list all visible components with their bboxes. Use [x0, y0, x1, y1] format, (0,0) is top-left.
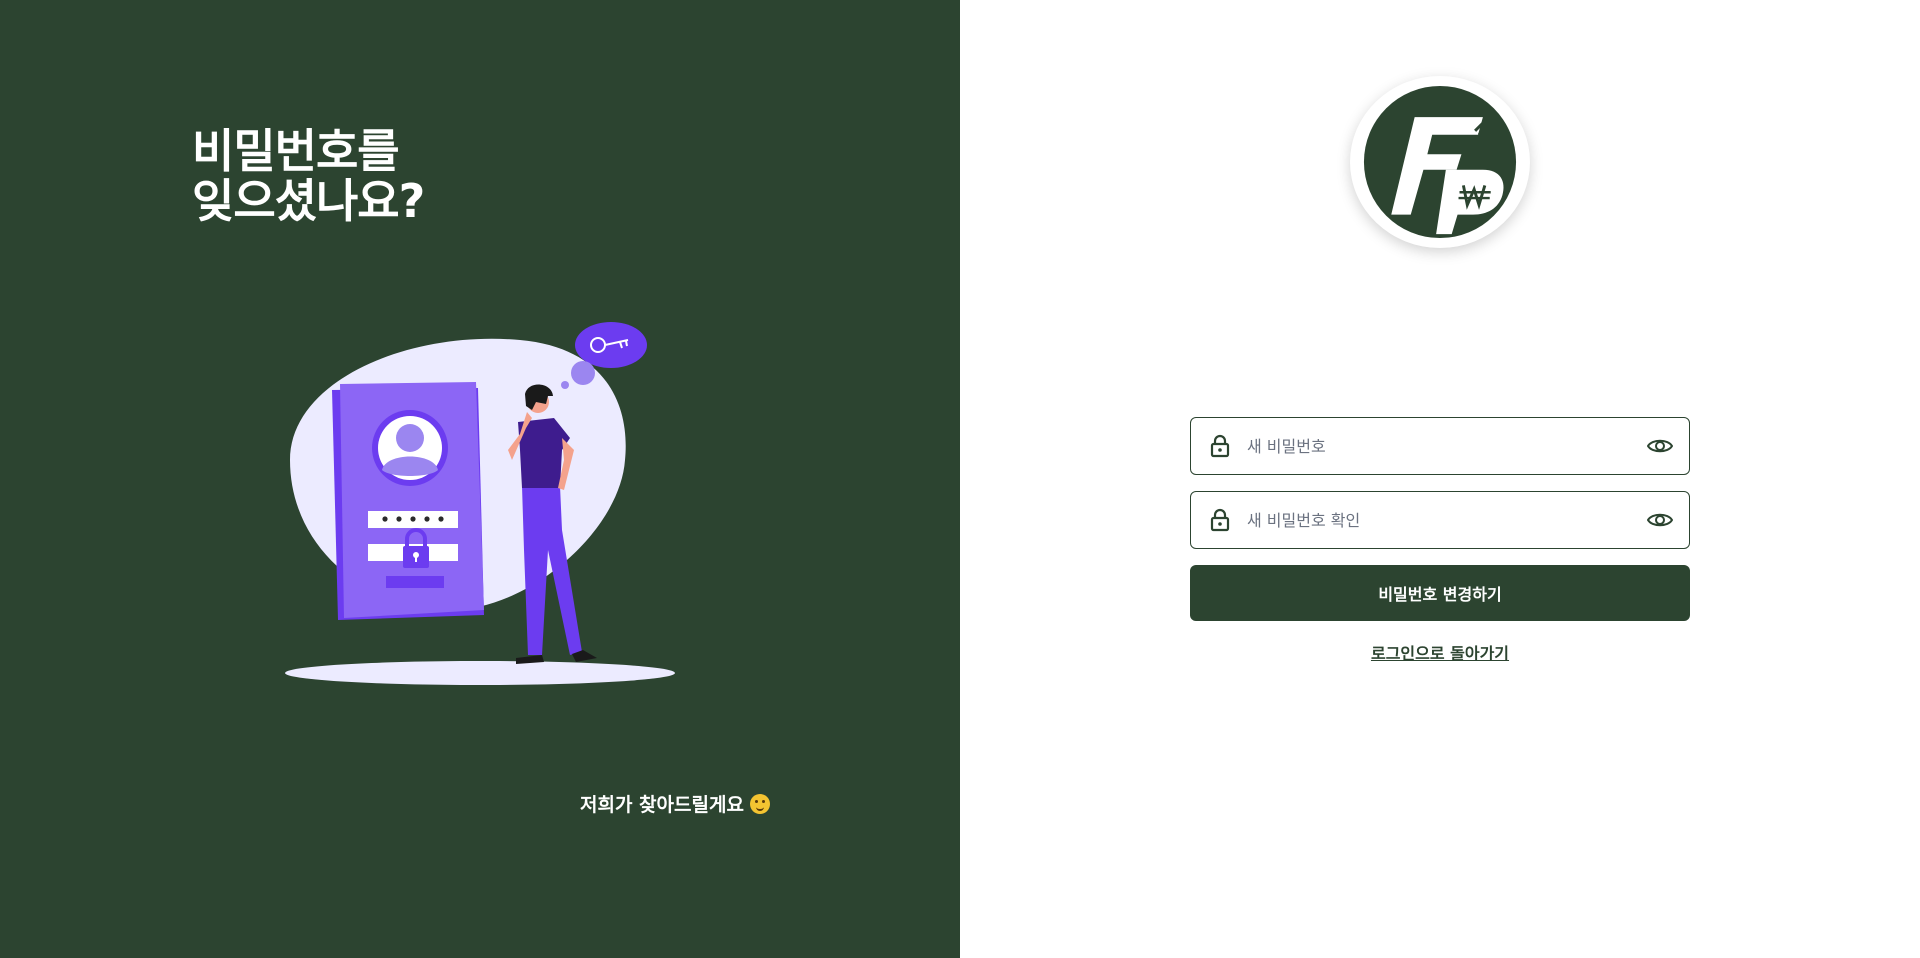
lock-icon [1210, 508, 1230, 532]
fp-logo-icon [1363, 85, 1517, 239]
tagline-text: 저희가 찾아드릴게요 [580, 794, 744, 816]
left-panel: 비밀번호를 잊으셨나요? 저희가 찾아드릴게요 [0, 0, 960, 958]
change-password-button[interactable]: 비밀번호 변경하기 [1190, 565, 1690, 621]
new-password-input[interactable] [1247, 418, 1647, 474]
lock-icon [1210, 434, 1230, 458]
confirm-password-field[interactable] [1190, 491, 1690, 549]
eye-icon[interactable] [1647, 511, 1673, 529]
page-headline: 비밀번호를 잊으셨나요? [192, 124, 425, 228]
headline-line-1: 비밀번호를 [192, 124, 400, 178]
tagline: 저희가 찾아드릴게요 [580, 790, 770, 817]
right-panel: 비밀번호 변경하기 로그인으로 돌아가기 [960, 0, 1920, 958]
thinking-face-icon [749, 793, 770, 814]
eye-icon[interactable] [1647, 437, 1673, 455]
forgot-password-illustration [285, 322, 675, 685]
new-password-field[interactable] [1190, 417, 1690, 475]
fp-logo [1350, 76, 1530, 248]
back-to-login-link[interactable]: 로그인으로 돌아가기 [1190, 640, 1690, 664]
headline-line-2: 잊으셨나요? [192, 174, 425, 228]
confirm-password-input[interactable] [1247, 492, 1647, 548]
